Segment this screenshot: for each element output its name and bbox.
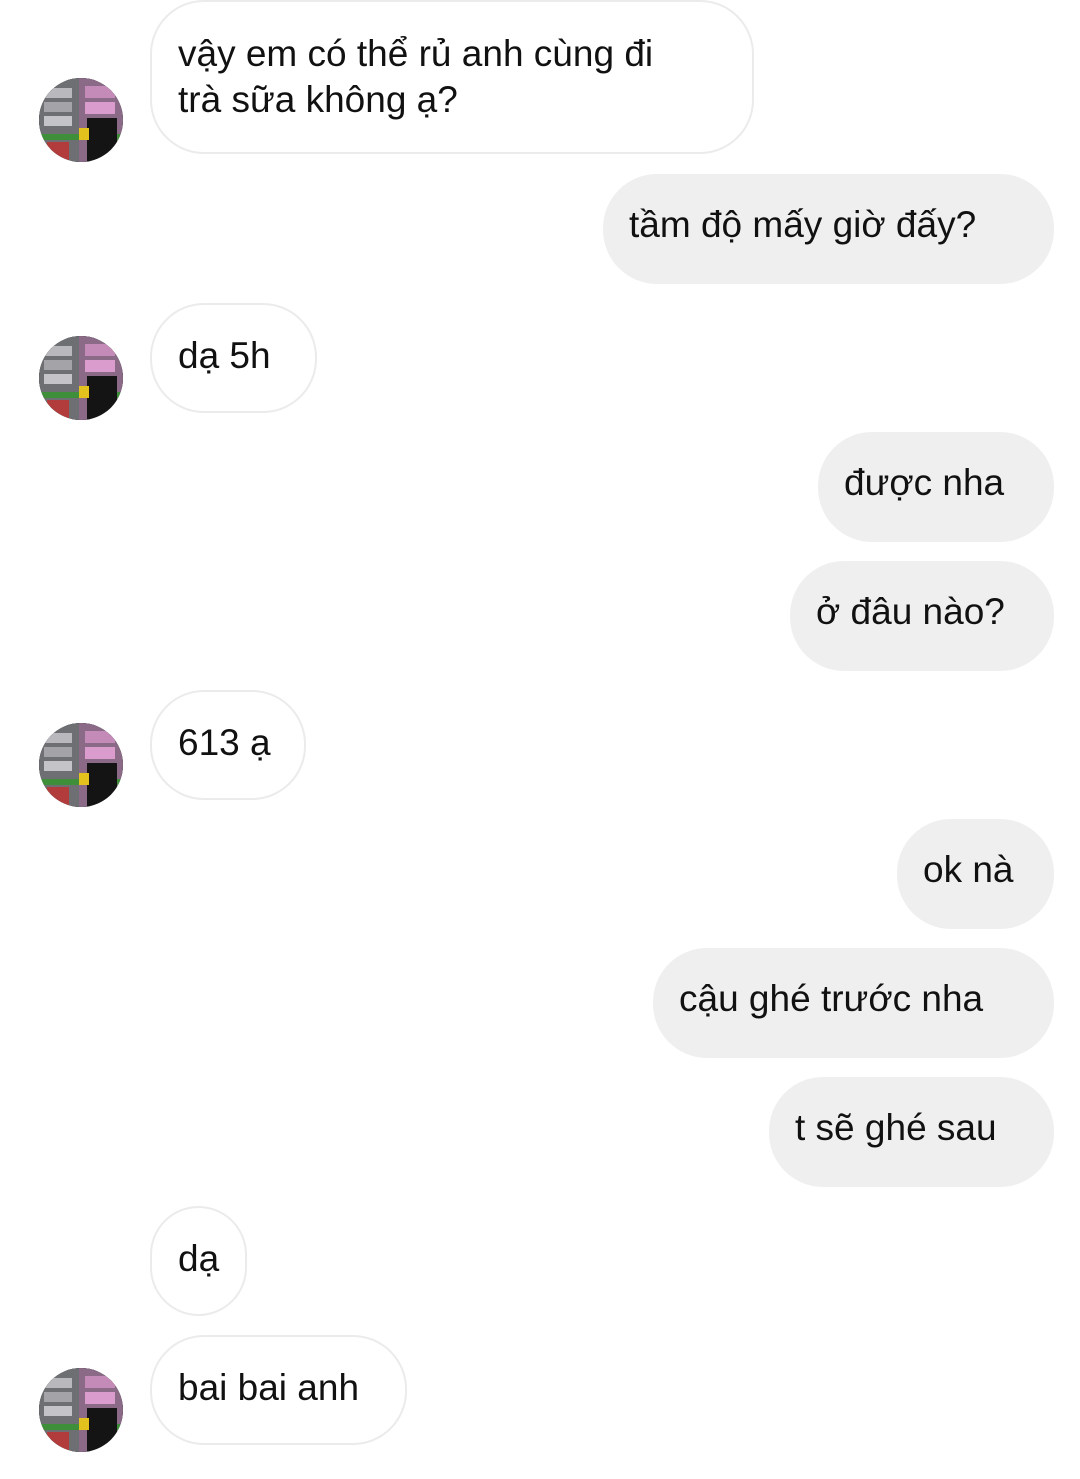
message-text: ở đâu nào? [816,591,1005,632]
avatar-photo-icon [39,336,123,420]
message-text: tầm độ mấy giờ đấy? [629,204,977,245]
message-text: dạ 5h [178,335,271,376]
avatar-photo-icon [39,723,123,807]
message-text: t sẽ ghé sau [795,1107,997,1148]
message-text: dạ [178,1238,220,1279]
contact-avatar[interactable] [39,1368,123,1452]
incoming-message[interactable]: bai bai anh [150,1335,407,1445]
incoming-message[interactable]: dạ 5h [150,303,317,413]
outgoing-message[interactable]: t sẽ ghé sau [769,1077,1054,1187]
incoming-message[interactable]: 613 ạ [150,690,306,800]
outgoing-message[interactable]: ok nà [897,819,1054,929]
avatar-photo-icon [39,78,123,162]
message-text: được nha [844,462,1005,503]
outgoing-message[interactable]: ở đâu nào? [790,561,1054,671]
contact-avatar[interactable] [39,78,123,162]
avatar-photo-icon [39,1368,123,1452]
message-text: cậu ghé trước nha [679,978,984,1019]
message-text-line: vậy em có thể rủ anh cùng đi [178,33,654,74]
outgoing-message[interactable]: tầm độ mấy giờ đấy? [603,174,1054,284]
outgoing-message[interactable]: cậu ghé trước nha [653,948,1054,1058]
outgoing-message[interactable]: được nha [818,432,1054,542]
message-text-line: trà sữa không ạ? [178,79,458,120]
message-text: ok nà [923,849,1014,890]
message-text: bai bai anh [178,1367,360,1408]
contact-avatar[interactable] [39,336,123,420]
incoming-message[interactable]: dạ [150,1206,247,1316]
contact-avatar[interactable] [39,723,123,807]
incoming-message[interactable]: vậy em có thể rủ anh cùng đi trà sữa khô… [150,0,754,154]
message-text: 613 ạ [178,722,271,763]
